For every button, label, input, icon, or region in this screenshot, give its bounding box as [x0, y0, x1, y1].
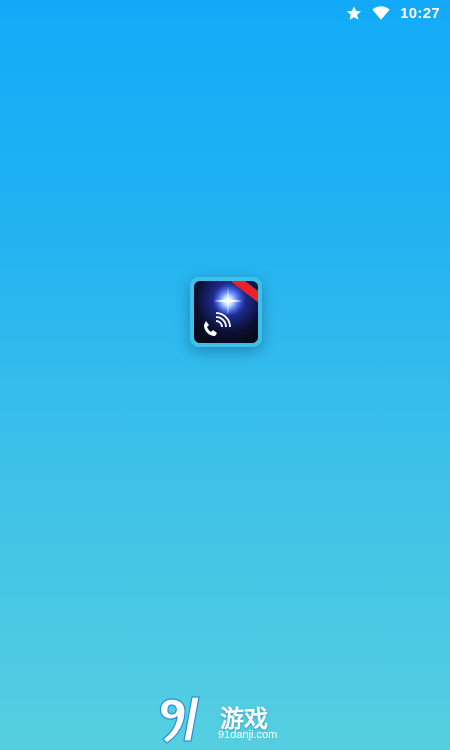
phone-signal-icon: [204, 312, 231, 336]
app-icon-artwork: [194, 281, 258, 343]
watermark-url: 91danji.com: [218, 729, 278, 741]
status-bar: 10:27: [0, 0, 450, 26]
wifi-icon: [372, 5, 390, 21]
clock-time: 10:27: [400, 4, 440, 22]
watermark-logo-icon: [159, 696, 200, 744]
star-icon: [346, 5, 362, 21]
app-icon: [190, 277, 262, 347]
watermark: 游戏 91danji.com: [158, 693, 298, 747]
